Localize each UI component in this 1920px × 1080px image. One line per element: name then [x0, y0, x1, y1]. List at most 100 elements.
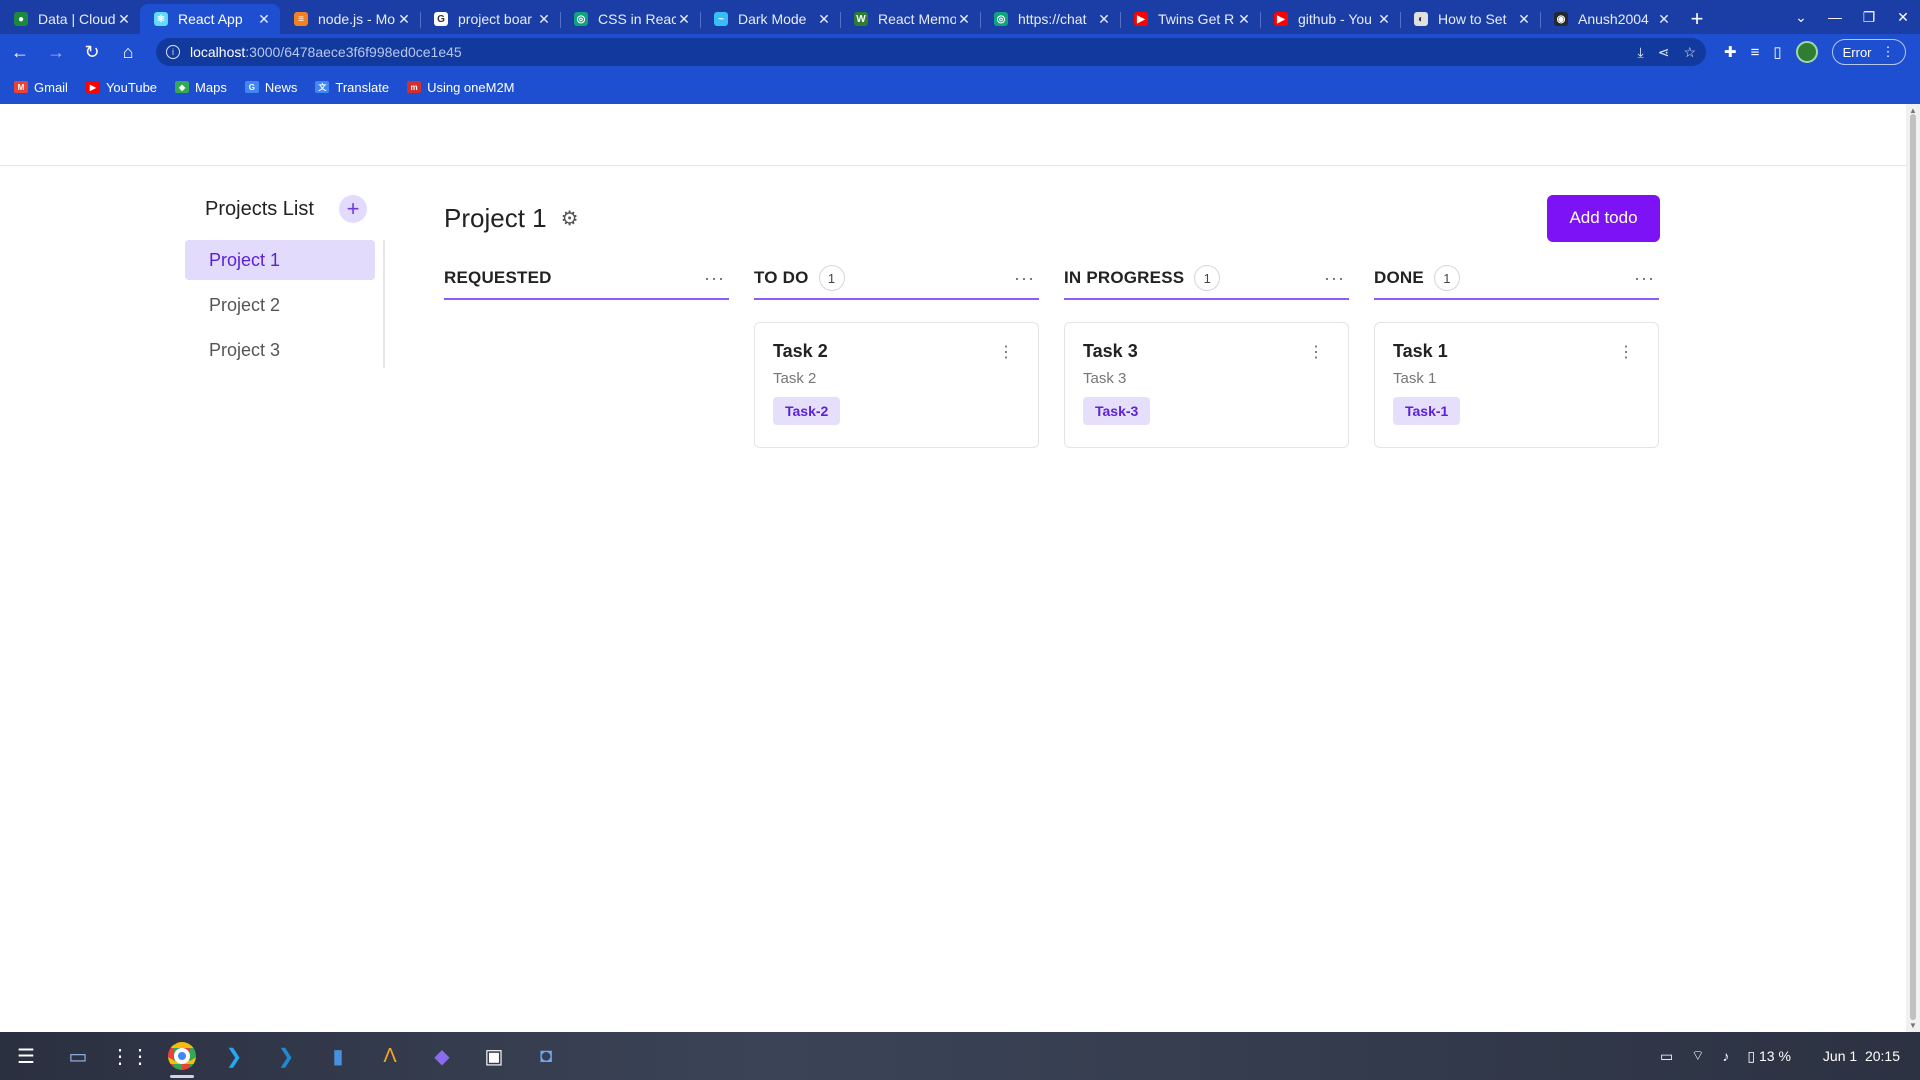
os-taskbar: ☰ ▭ ⋮⋮ ❯ ❯ ▮ Λ ◆ ▣ ◘ ▭ ⌔ ♪ ▯ 13 % Jun 1 …	[0, 1032, 1920, 1080]
text-editor-icon[interactable]: ▮	[312, 1032, 364, 1080]
add-project-button[interactable]: +	[339, 195, 367, 223]
board-column: DONE 1 ··· Task 1 Task 1 Task-1 ⋮	[1374, 262, 1659, 448]
scrollbar-thumb[interactable]	[1910, 114, 1916, 1020]
tab-close-icon[interactable]: ✕	[956, 11, 972, 28]
site-info-icon[interactable]: i	[166, 45, 180, 59]
board-main: Project 1 ⚙ Add todo REQUESTED ··· TO DO 1 ·…	[444, 194, 1660, 448]
restore-icon[interactable]: ❐	[1852, 9, 1886, 26]
close-window-icon[interactable]: ✕	[1886, 9, 1920, 26]
browser-tab[interactable]: ◎ CSS in React ✕	[560, 4, 700, 34]
store-icon[interactable]: ◘	[520, 1032, 572, 1080]
minimize-icon[interactable]: —	[1818, 9, 1852, 25]
bookmark-item[interactable]: ◆ Maps	[175, 80, 227, 95]
tab-close-icon[interactable]: ✕	[1516, 11, 1532, 28]
bookmark-item[interactable]: m Using oneM2M	[407, 80, 515, 95]
browser-tab[interactable]: ● Data | Cloud ✕	[0, 4, 140, 34]
tab-close-icon[interactable]: ✕	[1376, 11, 1392, 28]
tab-title: github - You	[1298, 11, 1372, 27]
column-title: IN PROGRESS	[1064, 268, 1185, 287]
home-icon[interactable]: ⌂	[112, 36, 144, 68]
bookmark-label: Translate	[335, 79, 390, 95]
tab-close-icon[interactable]: ✕	[396, 11, 412, 28]
sidebar-item-project[interactable]: Project 3	[185, 330, 375, 370]
files-icon[interactable]: ▭	[52, 1032, 104, 1080]
sidebar-item-project[interactable]: Project 2	[185, 285, 375, 325]
card-menu-icon[interactable]: ⋮	[1618, 345, 1634, 361]
browser-tab[interactable]: ◎ https://chat ✕	[980, 4, 1120, 34]
browser-tab[interactable]: ≡ node.js - Mo ✕	[280, 4, 420, 34]
sidebar-item-project[interactable]: Project 1	[185, 240, 375, 280]
browser-tab[interactable]: W React Memo ✕	[840, 4, 980, 34]
task-description: Task 2	[773, 370, 817, 387]
card-menu-icon[interactable]: ⋮	[1308, 345, 1324, 361]
task-description: Task 3	[1083, 370, 1127, 387]
tab-close-icon[interactable]: ✕	[536, 11, 552, 28]
side-panel-icon[interactable]: ▯	[1773, 43, 1781, 61]
bookmark-item[interactable]: M Gmail	[14, 80, 68, 95]
column-more-icon[interactable]: ···	[1014, 268, 1039, 289]
column-title: DONE	[1374, 268, 1424, 287]
add-todo-button[interactable]: Add todo	[1547, 194, 1660, 242]
bookmark-item[interactable]: ▶ YouTube	[85, 80, 157, 95]
reading-list-icon[interactable]: ≡	[1751, 44, 1760, 61]
address-bar[interactable]: i localhost:3000/6478aece3f6f998ed0ce1e4…	[156, 38, 1706, 66]
browser-tab[interactable]: ▶ Twins Get R ✕	[1120, 4, 1260, 34]
launcher-icon[interactable]: ☰	[0, 1032, 52, 1080]
task-card[interactable]: Task 3 Task 3 Task-3 ⋮	[1064, 322, 1349, 448]
browser-tab[interactable]: ▶ github - You ✕	[1260, 4, 1400, 34]
vscode-icon[interactable]: ❯	[208, 1032, 260, 1080]
tab-close-icon[interactable]: ✕	[816, 11, 832, 28]
tab-close-icon[interactable]: ✕	[116, 11, 132, 28]
column-more-icon[interactable]: ···	[704, 268, 729, 289]
extensions-icon[interactable]: ✚	[1724, 43, 1737, 61]
reload-icon[interactable]: ↻	[76, 36, 108, 68]
obsidian-icon[interactable]: ◆	[416, 1032, 468, 1080]
arduino-icon[interactable]: Λ	[364, 1032, 416, 1080]
scroll-down-icon[interactable]: ▼	[1909, 1021, 1917, 1030]
terminal-icon[interactable]: ▣	[468, 1032, 520, 1080]
install-icon[interactable]: ⤓	[1638, 44, 1644, 61]
tab-title: How to Set	[1438, 11, 1507, 27]
task-tag: Task-3	[1083, 397, 1151, 425]
chrome-icon[interactable]	[156, 1032, 208, 1080]
back-icon[interactable]: ←	[4, 36, 36, 68]
gear-icon[interactable]: ⚙	[561, 206, 579, 231]
clock[interactable]: Jun 1 20:15	[1823, 1048, 1900, 1064]
tab-search-icon[interactable]: ⌄	[1784, 9, 1818, 26]
tab-close-icon[interactable]: ✕	[1236, 11, 1252, 28]
tab-close-icon[interactable]: ✕	[676, 11, 692, 28]
bookmark-item[interactable]: 文 Translate	[315, 80, 389, 95]
app-grid-icon[interactable]: ⋮⋮	[104, 1032, 156, 1080]
battery-indicator[interactable]: ▯ 13 %	[1747, 1048, 1791, 1065]
browser-tab[interactable]: ~ Dark Mode ✕	[700, 4, 840, 34]
browser-tab[interactable]: ◐ How to Set ✕	[1400, 4, 1540, 34]
profile-avatar[interactable]	[1795, 41, 1818, 63]
vscode-insiders-icon[interactable]: ❯	[260, 1032, 312, 1080]
error-button[interactable]: Error ⋮	[1831, 39, 1906, 65]
task-card[interactable]: Task 2 Task 2 Task-2 ⋮	[754, 322, 1039, 448]
forward-icon[interactable]: →	[40, 36, 72, 68]
browser-tab[interactable]: ◉ Anush2004 ✕	[1540, 4, 1680, 34]
tab-title: Anush2004	[1578, 11, 1649, 27]
wifi-icon[interactable]: ⌔	[1691, 1047, 1704, 1065]
column-more-icon[interactable]: ···	[1634, 268, 1659, 289]
page-scrollbar[interactable]: ▲ ▼	[1906, 104, 1920, 1032]
tab-favicon-icon: ▶	[1134, 12, 1148, 26]
tab-favicon-icon: ◎	[994, 12, 1008, 26]
column-more-icon[interactable]: ···	[1324, 268, 1349, 289]
browser-tab[interactable]: Gproject boar ✕	[420, 4, 560, 34]
task-card[interactable]: Task 1 Task 1 Task-1 ⋮	[1374, 322, 1659, 448]
bookmark-star-icon[interactable]: ☆	[1683, 44, 1696, 61]
share-icon[interactable]: ⋖	[1658, 44, 1670, 61]
card-menu-icon[interactable]: ⋮	[998, 345, 1014, 361]
screen-icon[interactable]: ▭	[1660, 1048, 1673, 1065]
battery-percent: 13 %	[1759, 1047, 1791, 1064]
tab-close-icon[interactable]: ✕	[1096, 11, 1112, 28]
volume-icon[interactable]: ♪	[1722, 1048, 1729, 1064]
tab-close-icon[interactable]: ✕	[256, 11, 272, 28]
new-tab-button[interactable]: +	[1680, 4, 1714, 34]
tab-close-icon[interactable]: ✕	[1656, 11, 1672, 28]
browser-tab[interactable]: ⚛ React App ✕	[140, 4, 280, 34]
task-tag: Task-1	[1393, 397, 1461, 425]
bookmark-item[interactable]: G News	[244, 80, 297, 95]
